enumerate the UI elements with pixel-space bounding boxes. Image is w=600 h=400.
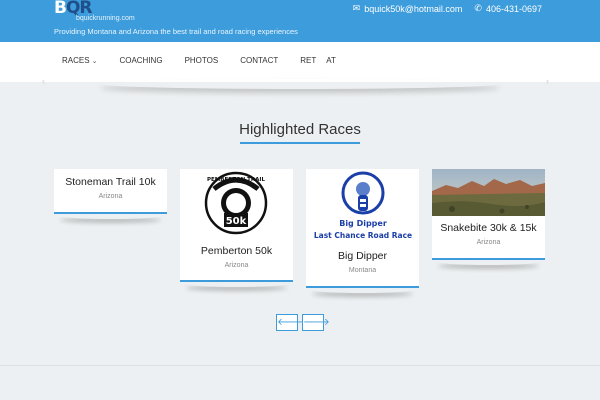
site-tagline: Providing Montana and Arizona the best t… xyxy=(54,27,298,36)
nav-item-races[interactable]: RACES ⌄ xyxy=(62,56,97,65)
card-shadow xyxy=(312,287,413,293)
section-divider xyxy=(0,365,600,366)
race-card-image xyxy=(432,169,545,216)
nav-item-photos[interactable]: PHOTOS xyxy=(185,56,219,65)
desert-landscape-image xyxy=(432,169,545,216)
nav-item-retreat[interactable]: RET AT xyxy=(300,56,336,65)
arrow-right-icon: 🡒 xyxy=(303,317,330,328)
race-card-location: Arizona xyxy=(98,193,123,200)
card-shadow xyxy=(186,281,287,287)
phone-text: 406-431-0697 xyxy=(485,3,542,14)
nav-item-retreat-label-b: AT xyxy=(326,56,336,65)
big-dipper-logo-title: Big Dipper xyxy=(339,219,387,228)
race-card-stoneman[interactable]: Stoneman Trail 10k Arizona xyxy=(54,169,167,214)
card-shadow xyxy=(60,213,161,219)
chevron-left-icon[interactable]: ‹ xyxy=(42,76,45,86)
race-card-title: Stoneman Trail 10k xyxy=(65,176,156,188)
nav-shadow xyxy=(100,79,500,89)
section-title: Highlighted Races xyxy=(239,121,361,138)
arrow-left-icon: 🡐 xyxy=(277,317,304,328)
pemberton-logo-50k: 50k xyxy=(226,216,247,227)
phone-icon: ✆ xyxy=(474,3,482,13)
big-dipper-logo-image: Big Dipper Last Chance Road Race xyxy=(306,169,419,245)
logo-subtitle: bquickrunning.com xyxy=(76,15,135,22)
big-dipper-logo-subtitle: Last Chance Road Race xyxy=(314,231,412,240)
carousel-next-button[interactable]: 🡒 xyxy=(302,314,330,331)
site-logo[interactable]: BQR bquickrunning.com xyxy=(54,0,135,24)
race-card-location: Montana xyxy=(348,267,377,274)
nav-item-retreat-label-a: RET xyxy=(300,56,317,65)
race-card-title: Big Dipper xyxy=(337,250,388,262)
phone-link[interactable]: ✆ 406-431-0697 xyxy=(474,3,542,14)
logo-mark: BQR xyxy=(54,0,92,18)
race-card-title: Snakebite 30k & 15k xyxy=(440,222,537,234)
title-underline xyxy=(240,142,360,144)
pemberton-logo-image: 50k PEMBERTON TRAIL xyxy=(180,169,293,237)
race-card-image: Big Dipper Last Chance Road Race xyxy=(306,169,419,245)
contact-info: ✉ bquick50k@hotmail.com ✆ 406-431-0697 xyxy=(353,3,542,14)
card-shadow xyxy=(438,259,539,265)
chevron-right-icon[interactable]: › xyxy=(546,76,549,86)
email-text: bquick50k@hotmail.com xyxy=(364,3,463,14)
nav-menu: RACES ⌄ COACHING PHOTOS CONTACT RET AT xyxy=(62,56,336,65)
top-header: BQR bquickrunning.com Providing Montana … xyxy=(0,0,600,42)
race-card-image: 50k PEMBERTON TRAIL xyxy=(180,169,293,237)
nav-item-races-label: RACES xyxy=(62,56,90,65)
main-navbar: RACES ⌄ COACHING PHOTOS CONTACT RET AT xyxy=(0,42,600,82)
chevron-down-icon: ⌄ xyxy=(91,57,98,65)
race-card-title: Pemberton 50k xyxy=(200,245,273,257)
email-link[interactable]: ✉ bquick50k@hotmail.com xyxy=(353,3,463,14)
race-card-snakebite[interactable]: Snakebite 30k & 15k Arizona xyxy=(432,169,545,260)
nav-item-contact[interactable]: CONTACT xyxy=(240,56,278,65)
envelope-icon: ✉ xyxy=(352,3,361,13)
race-card-big-dipper[interactable]: Big Dipper Last Chance Road Race Big Dip… xyxy=(306,169,419,288)
race-card-pemberton[interactable]: 50k PEMBERTON TRAIL Pemberton 50k Arizon… xyxy=(180,169,293,282)
carousel-prev-button[interactable]: 🡐 xyxy=(276,314,304,331)
race-card-location: Arizona xyxy=(476,239,501,246)
pemberton-logo-title: PEMBERTON TRAIL xyxy=(207,177,265,183)
race-card-location: Arizona xyxy=(224,262,249,269)
nav-item-coaching[interactable]: COACHING xyxy=(119,56,162,65)
